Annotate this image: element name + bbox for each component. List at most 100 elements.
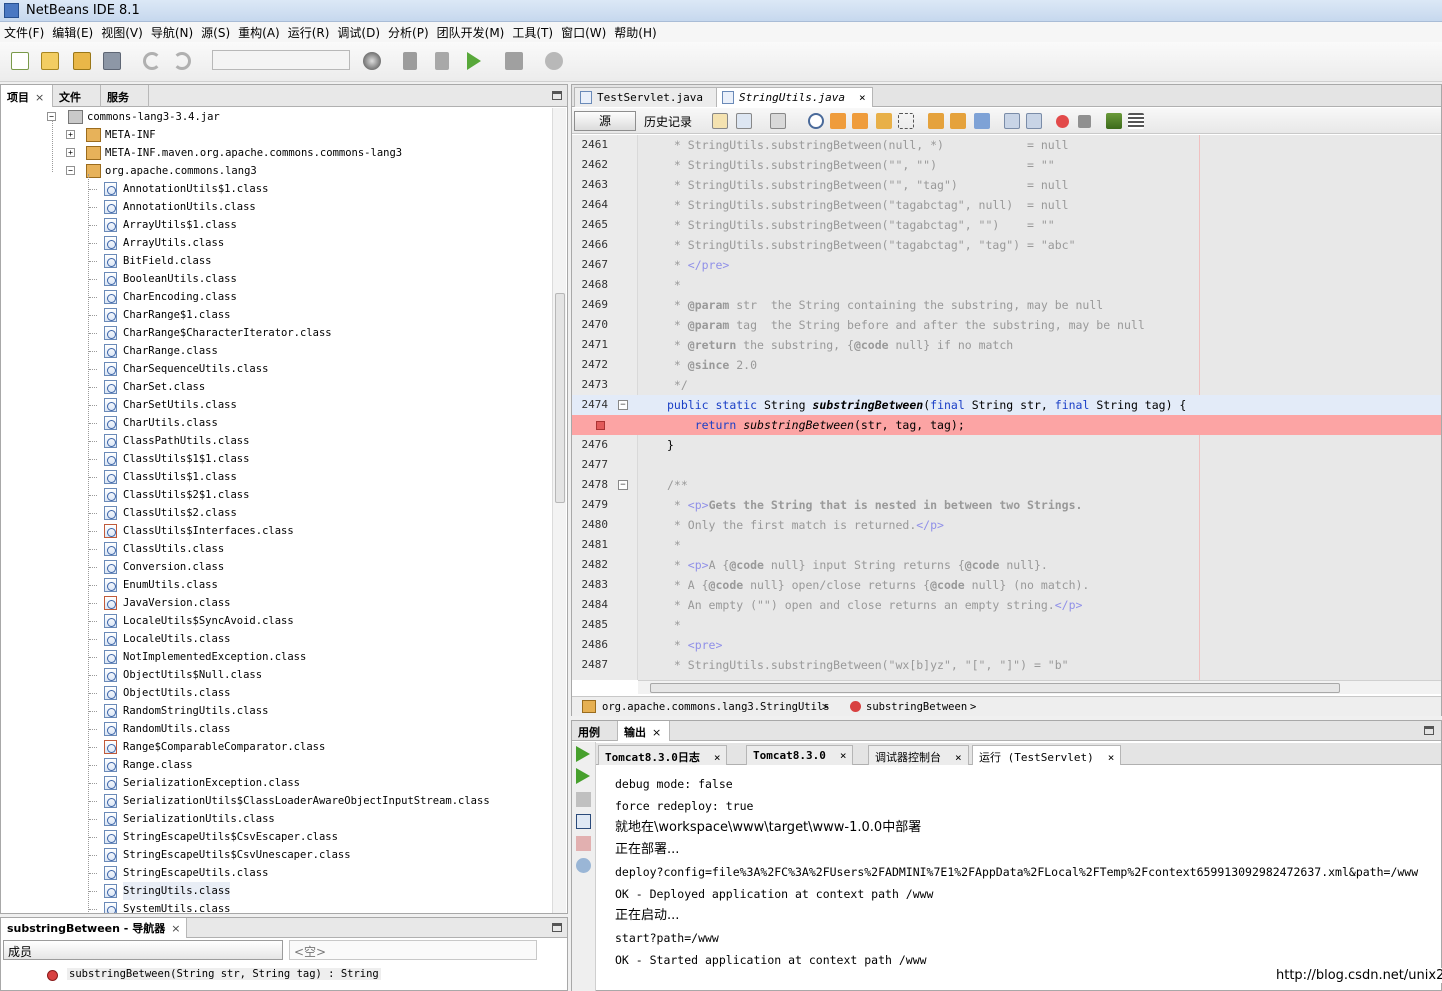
breadcrumb-class[interactable]: org.apache.commons.lang3.StringUtils — [602, 701, 830, 713]
code-area[interactable]: 2461 * StringUtils.substringBetween(null… — [572, 135, 1441, 680]
toggle-bookmark-icon[interactable] — [974, 113, 990, 129]
toggle-rect-select-icon[interactable] — [898, 113, 914, 129]
tree-class-node[interactable]: StringEscapeUtils$CsvUnescaper.class — [104, 846, 351, 864]
configuration-combo[interactable] — [212, 50, 350, 70]
tree-class-node[interactable]: AnnotationUtils$1.class — [104, 180, 268, 198]
tree-scrollbar[interactable] — [552, 108, 566, 913]
tree-class-node[interactable]: ClassPathUtils.class — [104, 432, 249, 450]
code-line[interactable]: 2467 * </pre> — [572, 255, 1441, 275]
settings-icon[interactable] — [576, 814, 591, 829]
tab-projects[interactable]: 项目 × — [1, 85, 53, 107]
start-macro-icon[interactable] — [1056, 115, 1069, 128]
menu-item-10[interactable]: 工具(T) — [508, 22, 557, 41]
code-line[interactable]: 2461 * StringUtils.substringBetween(null… — [572, 135, 1441, 155]
navigator-member-item[interactable]: substringBetween(String str, String tag)… — [67, 968, 381, 980]
tree-class-node[interactable]: StringEscapeUtils$CsvEscaper.class — [104, 828, 338, 846]
tree-folder-node[interactable]: META-INF.maven.org.apache.commons.common… — [86, 144, 402, 162]
code-line[interactable]: 2469 * @param str the String containing … — [572, 295, 1441, 315]
navigator-filter2-select[interactable]: <空> — [289, 940, 537, 960]
code-line[interactable]: 2485 * — [572, 615, 1441, 635]
tab-usages[interactable]: 用例 — [572, 721, 618, 741]
close-icon[interactable]: × — [1108, 751, 1115, 764]
tree-class-node[interactable]: CharSequenceUtils.class — [104, 360, 268, 378]
clear-icon[interactable] — [576, 836, 591, 851]
tab-testservlet[interactable]: TestServlet.java× — [574, 87, 731, 107]
menu-item-0[interactable]: 文件(F) — [0, 22, 48, 41]
fold-icon[interactable]: − — [618, 400, 628, 410]
previous-bookmark-icon[interactable] — [928, 113, 944, 129]
tree-class-node[interactable]: BitField.class — [104, 252, 212, 270]
back-icon[interactable] — [736, 113, 752, 129]
undo-button[interactable] — [140, 50, 164, 72]
rerun-icon[interactable] — [576, 746, 590, 762]
close-icon[interactable]: × — [955, 751, 962, 764]
find-previous-icon[interactable] — [830, 113, 846, 129]
tree-class-node[interactable]: ClassUtils.class — [104, 540, 224, 558]
menu-item-6[interactable]: 运行(R) — [284, 22, 334, 41]
close-icon[interactable]: × — [714, 751, 721, 764]
debug-button[interactable] — [502, 50, 526, 72]
menu-item-11[interactable]: 窗口(W) — [557, 22, 610, 41]
build-globe-button[interactable] — [360, 50, 384, 72]
code-line[interactable]: 2468 * — [572, 275, 1441, 295]
menu-item-8[interactable]: 分析(P) — [384, 22, 433, 41]
code-line[interactable]: 2477 — [572, 455, 1441, 475]
code-line[interactable]: 2487 * StringUtils.substringBetween("wx[… — [572, 655, 1441, 675]
comment-icon[interactable] — [1106, 113, 1122, 129]
next-bookmark-icon[interactable] — [950, 113, 966, 129]
minimize-icon[interactable] — [1424, 726, 1434, 735]
breadcrumb-method[interactable]: substringBetween — [866, 701, 967, 713]
output-subtab-3[interactable]: 运行 (TestServlet) × — [972, 745, 1122, 765]
tree-class-node[interactable]: CharSet.class — [104, 378, 205, 396]
tree-class-node[interactable]: Range$ComparableComparator.class — [104, 738, 325, 756]
source-view-button[interactable]: 源 — [574, 111, 636, 131]
collapse-icon[interactable]: − — [66, 166, 75, 175]
menu-item-3[interactable]: 导航(N) — [147, 22, 197, 41]
output-subtab-2[interactable]: 调试器控制台 × — [868, 745, 969, 765]
output-console[interactable]: debug mode: false force redeploy: true 就地… — [615, 773, 1435, 971]
rerun-with-params-icon[interactable] — [576, 768, 590, 784]
tree-class-node[interactable]: CharRange$1.class — [104, 306, 230, 324]
minimize-icon[interactable] — [552, 923, 562, 932]
last-edit-icon[interactable] — [712, 113, 728, 129]
run-button[interactable] — [464, 50, 488, 72]
code-line[interactable]: 2474 public static String substringBetwee… — [572, 395, 1441, 415]
redo-button[interactable] — [170, 50, 194, 72]
new-file-button[interactable] — [8, 50, 32, 72]
code-line[interactable]: 2486 * <pre> — [572, 635, 1441, 655]
tree-class-node[interactable]: ClassUtils$1.class — [104, 468, 237, 486]
code-line[interactable]: 2464 * StringUtils.substringBetween("tag… — [572, 195, 1441, 215]
tree-class-node[interactable]: ClassUtils$2$1.class — [104, 486, 249, 504]
code-line[interactable]: 2462 * StringUtils.substringBetween("", … — [572, 155, 1441, 175]
tree-class-node[interactable]: ArrayUtils.class — [104, 234, 224, 252]
code-line[interactable]: return substringBetween(str, tag, tag); — [572, 415, 1441, 435]
close-icon[interactable]: × — [35, 91, 44, 104]
tree-class-node[interactable]: SerializationUtils$ClassLoaderAwareObjec… — [104, 792, 490, 810]
tree-class-node[interactable]: StringEscapeUtils.class — [104, 864, 268, 882]
shift-right-icon[interactable] — [1026, 113, 1042, 129]
close-icon[interactable]: × — [652, 726, 661, 739]
expand-icon[interactable]: + — [66, 130, 75, 139]
code-line[interactable]: 2476} — [572, 435, 1441, 455]
code-line[interactable]: 2483 * A {@code null} open/close returns… — [572, 575, 1441, 595]
tree-scrollbar-thumb[interactable] — [555, 293, 565, 503]
tree-jar-node[interactable]: commons-lang3-3.4.jar — [68, 108, 220, 126]
tree-class-node[interactable]: AnnotationUtils.class — [104, 198, 256, 216]
open-project-button[interactable] — [70, 50, 94, 72]
gear-icon[interactable] — [576, 858, 591, 873]
code-line[interactable]: 2472 * @since 2.0 — [572, 355, 1441, 375]
editor-horizontal-scrollbar[interactable] — [638, 680, 1441, 694]
code-line[interactable]: 2465 * StringUtils.substringBetween("tag… — [572, 215, 1441, 235]
fold-icon[interactable]: − — [618, 480, 628, 490]
code-line[interactable]: 2471 * @return the substring, {@code nul… — [572, 335, 1441, 355]
tree-class-node[interactable]: ArrayUtils$1.class — [104, 216, 237, 234]
tree-class-node[interactable]: SystemUtils.class — [104, 900, 230, 913]
tree-class-node[interactable]: CharUtils.class — [104, 414, 218, 432]
tree-class-node[interactable]: CharRange.class — [104, 342, 218, 360]
uncomment-icon[interactable] — [1128, 113, 1144, 129]
code-line[interactable]: 2481 * — [572, 535, 1441, 555]
tree-class-node[interactable]: CharRange$CharacterIterator.class — [104, 324, 332, 342]
tree-class-node[interactable]: SerializationException.class — [104, 774, 300, 792]
stop-icon[interactable] — [576, 792, 591, 807]
tree-class-node[interactable]: Conversion.class — [104, 558, 224, 576]
